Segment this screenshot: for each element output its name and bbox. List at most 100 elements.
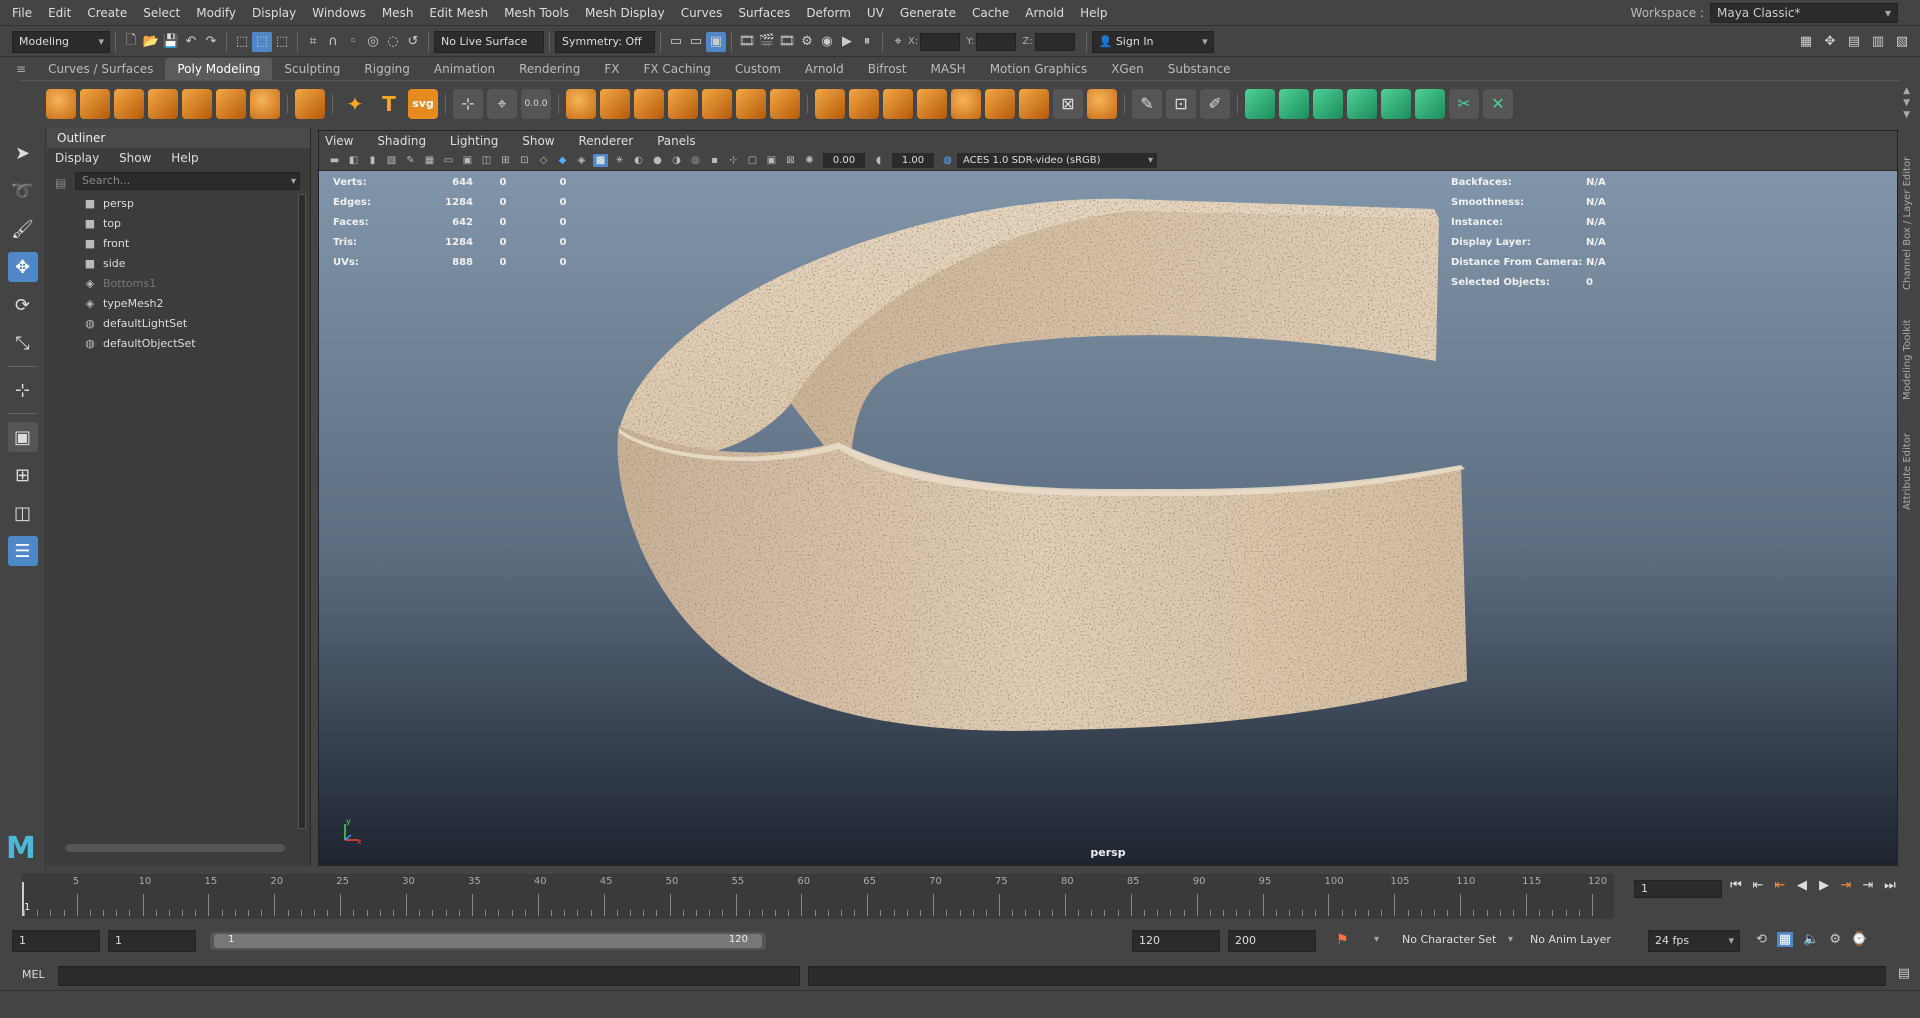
target-weld-icon[interactable]: ⊡ [1166,88,1196,119]
paint-select-tool-icon[interactable]: 🖌 [8,214,38,244]
sound-icon[interactable]: 🔈 [1803,932,1819,947]
scene-start-field[interactable]: 1 [12,930,100,952]
menu-mesh-display[interactable]: Mesh Display [577,0,673,26]
two-pane-layout-icon[interactable]: ◫ [8,498,38,528]
snap-curve-icon[interactable]: ∩ [323,32,343,52]
single-pane-layout-icon[interactable]: ▣ [7,422,38,452]
grid-icon[interactable]: ▦ [422,154,437,167]
transform-mode-icon[interactable]: ⌖ [888,32,908,52]
viewport-menu-shading[interactable]: Shading [377,134,426,148]
uv-editor-icon[interactable] [1415,88,1445,119]
poly-cube-icon[interactable] [80,88,110,119]
filter-icon[interactable]: ▤ [55,176,66,190]
select-component-icon[interactable]: ⬚ [272,32,292,52]
outliner-search-input[interactable]: Search... [75,172,300,190]
search-options-icon[interactable]: ▾ [291,176,296,187]
tab-mash[interactable]: MASH [919,58,978,80]
viewport-menu-lighting[interactable]: Lighting [450,134,499,148]
last-tool-icon[interactable]: ⊹ [8,375,38,405]
x-field[interactable] [920,32,961,51]
menu-modify[interactable]: Modify [188,0,244,26]
outliner-menu-show[interactable]: Show [119,151,151,165]
character-set-arrow-icon[interactable]: ▾ [1374,934,1379,945]
menu-edit-mesh[interactable]: Edit Mesh [421,0,496,26]
redo-icon[interactable]: ↷ [201,32,221,52]
menu-curves[interactable]: Curves [673,0,731,26]
anim-layer-dropdown[interactable]: No Anim Layer [1524,930,1624,952]
poly-sphere-icon[interactable] [46,88,76,119]
poly-disc-icon[interactable] [250,88,280,119]
timeline-ruler[interactable]: 1 5 10 15 20 25 30 35 40 45 50 55 60 65 70 75 80 85 90 95 1… [22,874,1614,918]
motion-blur-icon[interactable]: ◑ [669,154,684,167]
outliner-item-bottoms1[interactable]: ◈ Bottoms1 [83,274,310,294]
play-forwards-icon[interactable]: ▶ [1816,878,1832,893]
svg-tool-icon[interactable]: svg [408,88,438,119]
resolution-gate-icon[interactable]: ▣ [460,154,475,167]
step-forward-key-icon[interactable]: ⇥ [1860,878,1876,893]
menu-edit[interactable]: Edit [40,0,79,26]
select-hierarchy-icon[interactable]: ⬚ [232,32,252,52]
menu-mesh[interactable]: Mesh [374,0,422,26]
step-back-frame-icon[interactable]: ⇤ [1772,878,1788,893]
tab-substance[interactable]: Substance [1156,58,1243,80]
command-language-label[interactable]: MEL [22,968,45,981]
wireframe-on-shaded-icon[interactable]: ◈ [574,154,589,167]
snap-live-icon[interactable]: ↺ [403,32,423,52]
menu-windows[interactable]: Windows [304,0,374,26]
gate-mask-icon[interactable]: ◫ [479,154,494,167]
wireframe-icon[interactable]: ◇ [536,154,551,167]
hypershade-icon[interactable]: ◉ [817,32,837,52]
auto-key-icon[interactable]: ⚑ [1336,932,1349,948]
command-input[interactable] [58,966,800,986]
outliner-vertical-scrollbar[interactable] [298,194,306,829]
exposure-field[interactable]: 0.00 [823,153,865,168]
outliner-item-typemesh2[interactable]: ◈ typeMesh2 [83,294,310,314]
collapse-icon[interactable]: ⊠ [1053,88,1083,119]
spherical-uv-icon[interactable] [1313,88,1343,119]
tab-xgen[interactable]: XGen [1099,58,1156,80]
scale-tool-icon[interactable]: ⤡ [8,328,38,358]
play-backwards-icon[interactable]: ◀ [1794,878,1810,893]
live-surface-field[interactable]: No Live Surface [434,30,544,53]
menu-set-dropdown[interactable]: Modeling [12,30,110,53]
menu-create[interactable]: Create [79,0,135,26]
platonic-solid-icon[interactable] [295,88,325,119]
poly-cone-icon[interactable] [148,88,178,119]
fps-dropdown[interactable]: 24 fps [1648,930,1740,952]
color-space-dropdown[interactable]: ACES 1.0 SDR-video (sRGB) [957,153,1157,168]
fill-hole-icon[interactable] [951,88,981,119]
range-slider-handle[interactable]: 1 120 [214,934,762,948]
viewport-menu-panels[interactable]: Panels [657,134,696,148]
animation-preferences-icon[interactable]: ⚙ [1829,932,1841,947]
use-lights-icon[interactable]: ☀ [612,154,627,167]
four-pane-layout-icon[interactable]: ⊞ [8,460,38,490]
select-object-icon[interactable]: ⬚ [252,31,272,52]
gamma-field[interactable]: 1.00 [892,153,934,168]
menu-file[interactable]: File [4,0,40,26]
menu-mesh-tools[interactable]: Mesh Tools [496,0,577,26]
new-scene-icon[interactable]: 🗋 [121,32,141,52]
go-to-start-icon[interactable]: ⏮ [1728,878,1744,893]
menu-select[interactable]: Select [135,0,188,26]
lasso-tool-icon[interactable]: ➰ [8,176,38,206]
tab-curves-surfaces[interactable]: Curves / Surfaces [36,58,165,80]
z-field[interactable] [1034,32,1075,51]
tool-settings-icon[interactable]: ▥ [1868,31,1888,51]
time-preferences-icon[interactable]: ⌚ [1851,932,1867,947]
sew-uv-icon[interactable]: ✕ [1483,88,1513,119]
shelf-scroll-arrows[interactable]: ▲ ▼ ▼ [1903,85,1910,121]
gamma-icon[interactable]: ◖ [871,154,886,167]
xray-components-icon[interactable]: ⊠ [783,154,798,167]
arnold-render-icon[interactable]: ▶ [837,32,857,52]
playback-end-field[interactable]: 120 [1132,930,1220,952]
output-ops-icon[interactable]: ▭ [686,32,706,52]
outliner-item-side[interactable]: ■ side [83,254,310,274]
playback-start-field[interactable]: 1 [108,930,196,952]
undo-icon[interactable]: ↶ [181,32,201,52]
extract-icon[interactable] [634,88,664,119]
tab-channel-box[interactable]: Channel Box / Layer Editor [1902,140,1918,290]
cylindrical-uv-icon[interactable] [1279,88,1309,119]
poly-plane-icon[interactable] [216,88,246,119]
character-set-dropdown[interactable]: No Character Set [1396,930,1504,952]
lattice-icon[interactable]: ⌖ [487,88,517,119]
